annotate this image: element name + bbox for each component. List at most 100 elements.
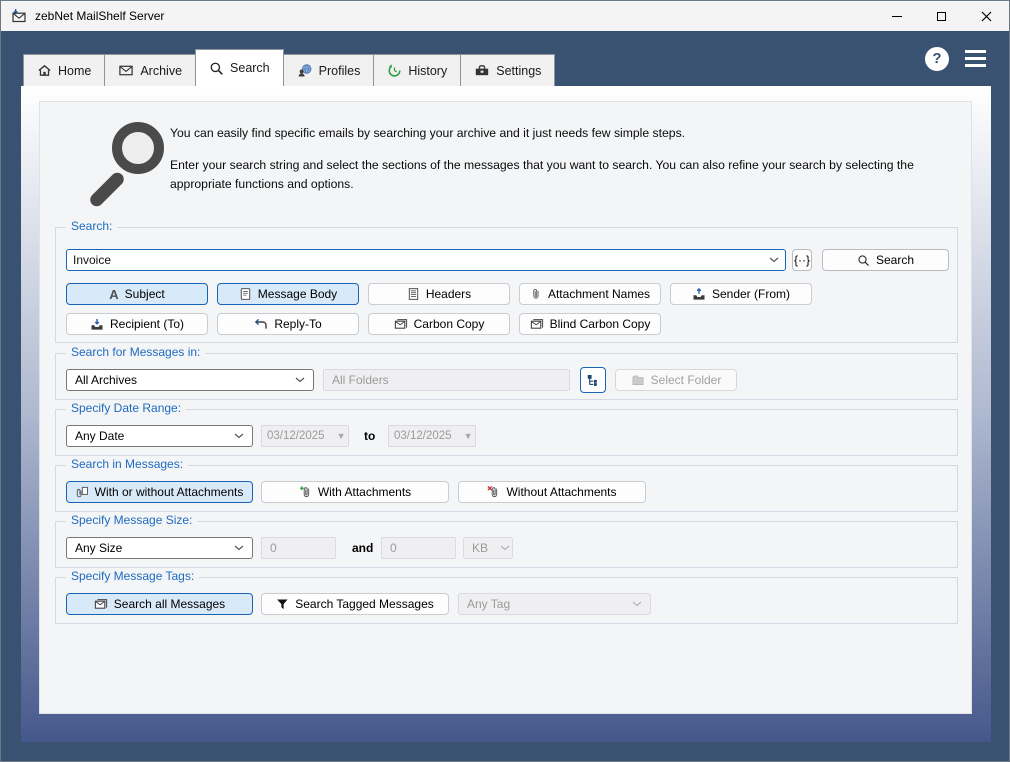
tab-archive[interactable]: Archive [104,54,197,86]
group-tags: Specify Message Tags: Search all Message… [55,569,958,624]
toggle-label: Blind Carbon Copy [549,317,651,331]
toggle-label: Sender (From) [711,287,791,301]
paperclip-icon [533,289,539,299]
date-from-picker: 03/12/2025 ▼ [261,425,349,447]
envelope-copy-icon [530,319,543,329]
search-button[interactable]: Search [822,249,949,271]
group-date-range: Specify Date Range: Any Date 03/12/2025 … [55,401,958,456]
search-query-value: Invoice [73,253,112,267]
search-page: You can easily find specific emails by s… [39,101,972,714]
regex-button[interactable]: {··} [792,249,812,271]
document-lines-icon [408,288,419,300]
history-clock-icon [388,64,401,77]
tag-select: Any Tag [458,593,651,615]
chevron-down-icon [234,545,244,551]
titlebar: zebNet MailShelf Server [1,1,1009,31]
filter-funnel-icon [277,598,288,609]
minimize-button[interactable] [874,1,919,31]
tab-profiles[interactable]: Profiles [282,54,375,86]
toggle-carbon-copy[interactable]: Carbon Copy [368,313,510,335]
chevron-down-icon[interactable] [769,257,779,263]
date-preset-select[interactable]: Any Date [66,425,253,447]
tab-search[interactable]: Search [195,49,284,86]
tab-home[interactable]: Home [23,54,106,86]
group-search-label: Search: [66,219,118,233]
toggle-attachment-names[interactable]: Attachment Names [519,283,661,305]
maximize-button[interactable] [919,1,964,31]
paperclip-plus-icon [299,486,309,498]
toggle-label: Without Attachments [506,485,617,499]
tab-label: Home [58,63,92,78]
tab-settings[interactable]: Settings [460,54,556,86]
toggle-label: With Attachments [317,485,412,499]
main-panel: You can easily find specific emails by s… [21,86,991,742]
regex-button-label: {··} [793,253,810,267]
size-preset-value: Any Size [75,541,123,555]
size-min-value: 0 [270,541,277,555]
to-word: to [364,429,376,443]
window-title: zebNet MailShelf Server [35,9,165,23]
envelope-copy-icon [394,319,407,329]
toggle-search-tagged-messages[interactable]: Search Tagged Messages [261,593,449,615]
size-min-field: 0 [261,537,336,559]
toggle-sender-from[interactable]: Sender (From) [670,283,812,305]
help-icon[interactable]: ? [925,46,949,71]
tab-history[interactable]: History [373,54,462,86]
search-button-label: Search [875,253,915,267]
chevron-down-icon: ▼ [336,431,346,441]
toggle-blind-carbon-copy[interactable]: Blind Carbon Copy [519,313,661,335]
date-to-value: 03/12/2025 [394,430,452,442]
toggle-label: Reply-To [274,317,322,331]
toggle-with-or-without-attachments[interactable]: With or without Attachments [66,481,253,503]
chevron-down-icon: ▼ [463,431,473,441]
search-input[interactable]: Invoice [66,249,786,271]
toggle-without-attachments[interactable]: Without Attachments [458,481,646,503]
toggle-search-all-messages[interactable]: Search all Messages [66,593,253,615]
toggle-label: With or without Attachments [94,485,244,499]
home-icon [38,64,51,76]
folder-tree-button[interactable] [580,367,606,393]
group-date-range-label: Specify Date Range: [66,401,187,415]
group-attachments-label: Search in Messages: [66,457,189,471]
archive-select[interactable]: All Archives [66,369,314,391]
group-tags-label: Specify Message Tags: [66,569,200,583]
close-icon [981,11,992,21]
size-unit-value: KB [472,541,489,555]
tag-select-value: Any Tag [467,597,511,611]
intro-text: You can easily find specific emails by s… [170,124,965,194]
tab-label: Profiles [318,63,361,78]
toggle-with-attachments[interactable]: With Attachments [261,481,449,503]
toggle-recipient-to[interactable]: Recipient (To) [66,313,208,335]
date-from-value: 03/12/2025 [267,430,325,442]
toggle-reply-to[interactable]: Reply-To [217,313,359,335]
size-preset-select[interactable]: Any Size [66,537,253,559]
close-button[interactable] [964,1,1009,31]
hamburger-menu-icon[interactable] [965,49,986,68]
toggle-label: Search Tagged Messages [295,597,434,611]
toggle-message-body[interactable]: Message Body [217,283,359,305]
envelope-copy-icon [94,599,107,609]
group-scope: Search for Messages in: All Archives All… [55,345,958,400]
toggle-headers[interactable]: Headers [368,283,510,305]
date-to-picker: 03/12/2025 ▼ [388,425,476,447]
app-window: zebNet MailShelf Server Home Archive Sea… [0,0,1010,762]
paperclip-document-icon [76,486,88,498]
toggle-label: Recipient (To) [109,317,185,331]
paperclip-x-icon [487,485,498,498]
date-preset-value: Any Date [75,429,125,443]
person-globe-icon [298,64,312,77]
toggle-label: Headers [425,287,472,301]
group-size-label: Specify Message Size: [66,513,198,527]
toggle-subject[interactable]: A Subject [66,283,208,305]
header: Home Archive Search Profiles History Set… [1,31,1009,86]
toggle-label: Carbon Copy [413,317,485,331]
chevron-down-icon [632,601,642,607]
magnifier-icon [210,62,223,75]
tab-label: Search [230,61,270,75]
folders-field-value: All Folders [332,373,389,387]
intro-paragraph-1: You can easily find specific emails by s… [170,126,686,140]
folders-field: All Folders [323,369,570,391]
select-folder-label: Select Folder [650,373,722,387]
app-envelope-icon [12,9,26,23]
tab-label: History [408,63,448,78]
